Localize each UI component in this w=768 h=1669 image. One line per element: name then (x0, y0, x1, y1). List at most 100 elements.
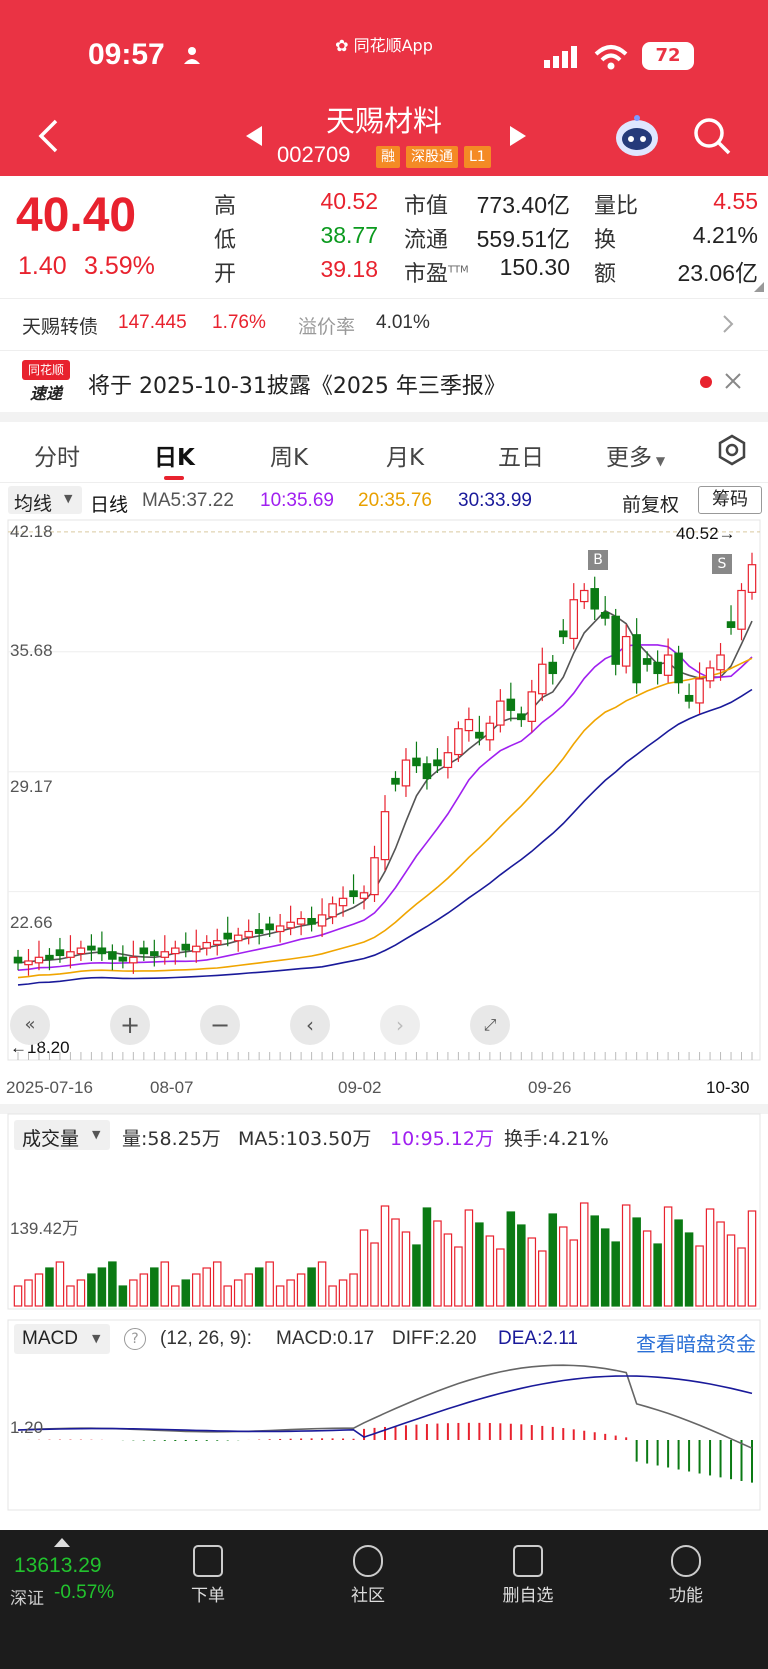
nav-functions[interactable]: 功能 (646, 1545, 726, 1606)
bond-row[interactable]: 天赐转债 147.445 1.76% 溢价率 4.01% (0, 298, 768, 350)
bond-pct: 1.76% (212, 312, 266, 333)
candle-body (139, 947, 149, 955)
volume-bar (380, 1205, 390, 1307)
y-label-top: 42.18 (10, 522, 53, 541)
candle-body (632, 634, 641, 684)
volume-bar (611, 1241, 620, 1307)
candle-body (695, 678, 704, 704)
amount-value: 23.06亿 (677, 260, 758, 286)
index-pct: -0.57% (54, 1582, 115, 1603)
ma-selector[interactable]: 均线 ▼ (8, 486, 82, 515)
tab-more[interactable]: 更多 ▼ (606, 438, 665, 472)
tab-intraday[interactable]: 分时 (34, 438, 80, 472)
zoom-in-button[interactable]: + (110, 1005, 150, 1045)
volume-bar (286, 1279, 295, 1307)
adjust-mode[interactable]: 前复权 (622, 490, 679, 517)
tab-monthly-k[interactable]: 月K (386, 438, 424, 472)
volume-bar (338, 1279, 348, 1307)
candle-body (726, 621, 736, 628)
candle-body (517, 713, 526, 721)
bond-price: 147.445 (118, 312, 187, 333)
candle-body (443, 752, 453, 769)
rewind-button[interactable]: « (10, 1005, 50, 1045)
volume-bar (55, 1261, 65, 1307)
candle-body (129, 956, 138, 964)
scroll-right-button[interactable]: › (380, 1005, 420, 1045)
chip-button[interactable]: 筹码 (698, 486, 762, 514)
volume-bar (433, 1220, 442, 1307)
expand-up-icon[interactable] (54, 1538, 70, 1547)
volume-bar (705, 1208, 715, 1307)
volume-bar (129, 1279, 138, 1307)
candle-body (150, 951, 159, 957)
volume-bar (621, 1204, 631, 1307)
dropdown-arrow-icon: ▼ (64, 492, 73, 505)
volume-bar (97, 1267, 107, 1307)
candle-body (391, 777, 400, 785)
volume-bar (695, 1245, 704, 1307)
fullscreen-button[interactable]: ⤢ (470, 1005, 510, 1045)
ma10-value: 10:35.69 (260, 490, 334, 511)
zoom-out-button[interactable]: − (200, 1005, 240, 1045)
candle-body (160, 951, 170, 958)
robot-icon[interactable] (614, 114, 660, 162)
volume-chart[interactable] (0, 1112, 768, 1312)
candle-body (464, 718, 474, 732)
nav-community[interactable]: 社区 (328, 1545, 408, 1606)
candle-body (370, 857, 379, 896)
candle-body (275, 925, 285, 933)
search-icon[interactable] (692, 116, 732, 160)
last-price: 40.40 (16, 189, 137, 242)
price-change-pct: 3.59% (84, 252, 155, 280)
volume-bar (307, 1267, 316, 1307)
close-icon[interactable] (724, 372, 742, 394)
news-logo: 同花顺 速递 (22, 360, 70, 406)
scroll-left-button[interactable]: ‹ (290, 1005, 330, 1045)
tab-daily-k[interactable]: 日K (154, 438, 195, 472)
index-value[interactable]: 13613.29 (14, 1554, 102, 1578)
candle-body (118, 956, 128, 962)
volume-bar (139, 1273, 149, 1307)
volume-bar (66, 1285, 75, 1307)
candle-body (412, 757, 421, 767)
volume-bar (401, 1231, 411, 1307)
float-label: 流通 (404, 228, 449, 253)
low-value: 38.77 (320, 222, 378, 248)
volume-bar (275, 1285, 285, 1307)
signal-icon (544, 46, 582, 72)
volume-bar (653, 1243, 662, 1307)
nav-order[interactable]: 下单 (168, 1545, 248, 1606)
candle-body (611, 615, 620, 665)
settings-icon[interactable] (716, 434, 748, 470)
candle-body (97, 947, 107, 955)
candle-body (244, 930, 253, 938)
candle-body (548, 661, 558, 675)
battery-icon: 72 (642, 42, 694, 70)
macd-chart[interactable] (0, 1318, 768, 1514)
expand-corner-icon[interactable] (754, 282, 764, 292)
candle-body (296, 917, 306, 925)
notice-row[interactable]: 同花顺 速递 将于 2025-10-31披露《2025 年三季报》 (0, 352, 768, 412)
low-label: 低 (214, 228, 237, 253)
nav-remove-watchlist[interactable]: 删自选 (488, 1545, 568, 1606)
buy-marker[interactable]: B (588, 550, 608, 570)
volume-bar (642, 1230, 652, 1307)
volume-bar (590, 1215, 599, 1307)
ma20-value: 20:35.76 (358, 490, 432, 511)
volume-bar (118, 1285, 128, 1307)
candle-body (590, 588, 599, 610)
candle-body (24, 960, 33, 966)
candle-body (359, 892, 369, 899)
volume-bar (506, 1211, 516, 1307)
sell-marker[interactable]: S (712, 554, 732, 574)
bond-name: 天赐转债 (22, 316, 99, 338)
next-stock-icon[interactable] (508, 125, 528, 151)
candle-body (485, 722, 495, 741)
volume-bar (538, 1250, 547, 1307)
ma5-line (17, 609, 753, 964)
tab-weekly-k[interactable]: 周K (270, 438, 308, 472)
kline-chart[interactable] (0, 516, 768, 1066)
float-value: 559.51亿 (476, 226, 570, 252)
tab-five-day[interactable]: 五日 (498, 438, 544, 472)
volume-bar (328, 1285, 337, 1307)
